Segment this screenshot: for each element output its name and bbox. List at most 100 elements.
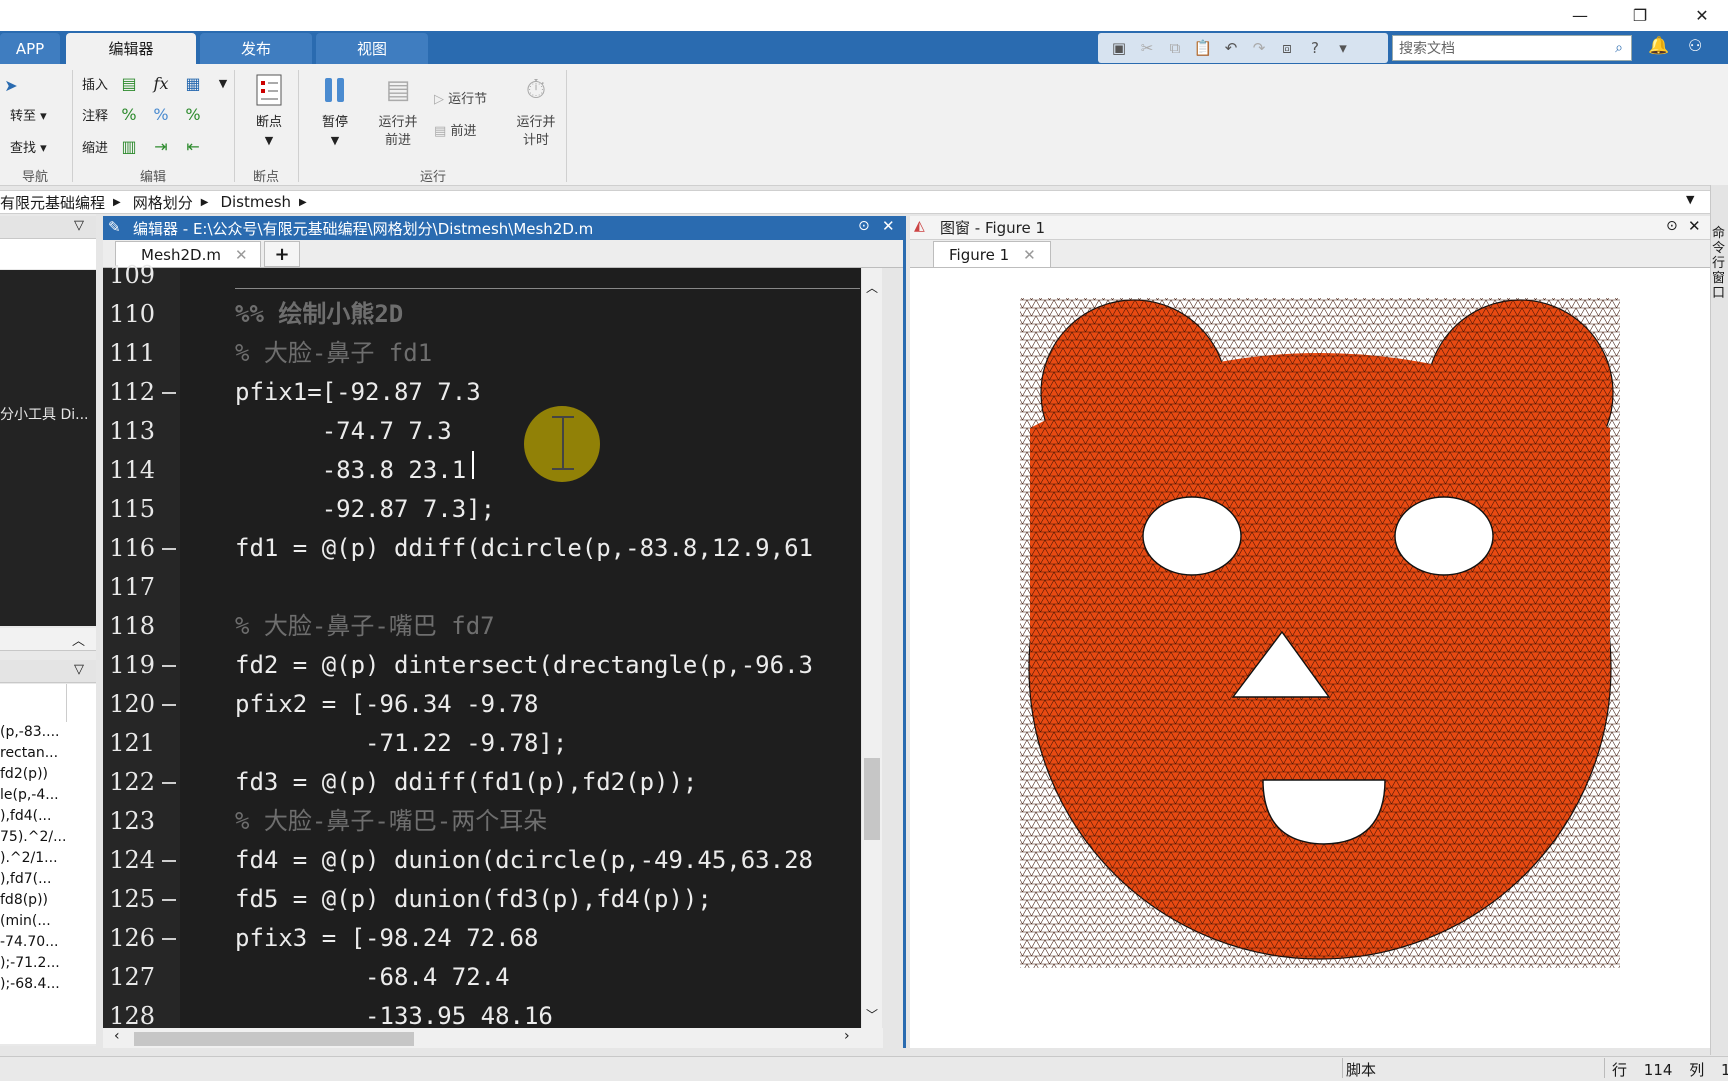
executable-line-marker[interactable]	[162, 665, 176, 667]
workspace-item[interactable]: );-68.4...	[0, 976, 96, 992]
list-item[interactable]: 分小工具 Di...	[0, 404, 96, 424]
close-window-button[interactable]: ✕	[1676, 0, 1728, 31]
insert-function-icon[interactable]: fx	[150, 72, 172, 94]
code-line[interactable]: -71.22 -9.78];	[235, 724, 567, 762]
code-line[interactable]: pfix3 = [-98.24 72.68	[235, 919, 538, 957]
restore-button[interactable]: ❐	[1614, 0, 1666, 31]
save-icon[interactable]: ▣	[1108, 37, 1130, 59]
code-line[interactable]: % 大脸-鼻子-嘴巴-两个耳朵	[235, 802, 547, 840]
find-button[interactable]: 查找 ▾	[10, 137, 47, 156]
sidebar-vertical-label[interactable]: 命令行窗口	[1712, 226, 1726, 301]
editor-close-icon[interactable]: ✕	[882, 217, 895, 235]
scroll-down-icon[interactable]: ﹀	[866, 1006, 878, 1023]
workspace-item[interactable]: fd8(p))	[0, 892, 96, 908]
pause-button[interactable]: 暂停 ▼	[310, 72, 360, 150]
code-line[interactable]: pfix1=[-92.87 7.3	[235, 373, 481, 411]
wrap-comment-icon[interactable]: %	[182, 103, 204, 125]
scroll-right-icon[interactable]: ›	[844, 1028, 850, 1044]
workspace-item[interactable]: );-71.2...	[0, 955, 96, 971]
insert-figure-icon[interactable]: ▦	[182, 72, 204, 94]
scroll-up-icon[interactable]: ︿	[866, 279, 878, 296]
paste-icon[interactable]: 📋	[1192, 37, 1214, 59]
code-line[interactable]: fd3 = @(p) ddiff(fd1(p),fd2(p));	[235, 763, 697, 801]
breadcrumb-item[interactable]: Distmesh	[220, 193, 291, 211]
comment-percent-icon[interactable]: %	[118, 103, 140, 125]
workspace-item[interactable]: 75).^2/...	[0, 829, 96, 845]
figure-canvas[interactable]	[910, 268, 1710, 1048]
current-folder-bar[interactable]: 有限元基础编程 ▶ 网格划分 ▶ Distmesh ▶	[0, 190, 1728, 214]
customize-icon[interactable]: ▾	[1332, 37, 1354, 59]
copy-icon[interactable]: ⧉	[1164, 37, 1186, 59]
workspace-item[interactable]: (p,-83....	[0, 724, 96, 740]
switch-windows-icon[interactable]: ⧈	[1276, 37, 1298, 59]
executable-line-marker[interactable]	[162, 938, 176, 940]
close-tab-icon[interactable]: ✕	[235, 246, 248, 264]
executable-line-marker[interactable]	[162, 392, 176, 394]
folder-history-dropdown-icon[interactable]: ▼	[1686, 193, 1694, 206]
workspace-item[interactable]: ),fd4(...	[0, 808, 96, 824]
folder-file-list[interactable]	[0, 270, 96, 626]
code-line[interactable]: %% 绘制小熊2D	[235, 295, 403, 333]
undo-icon[interactable]: ↶	[1220, 37, 1242, 59]
breadcrumb-item[interactable]: 网格划分	[133, 192, 193, 213]
code-line[interactable]: fd1 = @(p) ddiff(dcircle(p,-83.8,12.9,61	[235, 529, 813, 567]
increase-indent-icon[interactable]: ⇥	[150, 135, 172, 157]
run-section-button[interactable]: ▷ 运行节	[434, 88, 487, 107]
search-documentation-input[interactable]: 搜索文档 ⌕	[1392, 35, 1632, 61]
scroll-left-icon[interactable]: ‹	[114, 1028, 120, 1044]
minimize-button[interactable]: —	[1554, 0, 1606, 31]
editor-menu-icon[interactable]: ⊙	[858, 218, 870, 234]
search-icon[interactable]: ⌕	[1615, 40, 1623, 56]
code-line[interactable]: fd2 = @(p) dintersect(drectangle(p,-96.3	[235, 646, 813, 684]
figure-menu-icon[interactable]: ⊙	[1666, 218, 1678, 234]
code-line[interactable]: fd4 = @(p) dunion(dcircle(p,-49.45,63.28	[235, 841, 813, 879]
new-tab-button[interactable]: +	[264, 241, 300, 267]
breakpoints-button[interactable]: 断点 ▼	[244, 72, 294, 150]
panel-menu-icon[interactable]: ▽	[74, 662, 84, 677]
code-line[interactable]: fd5 = @(p) dunion(fd3(p),fd4(p));	[235, 880, 712, 918]
code-line[interactable]: % 大脸-鼻子 fd1	[235, 334, 432, 372]
vertical-scroll-thumb[interactable]	[864, 758, 880, 840]
collapse-icon[interactable]: ︿	[72, 630, 85, 649]
bell-icon[interactable]: 🔔	[1648, 36, 1669, 56]
close-tab-icon[interactable]: ✕	[1023, 246, 1036, 264]
figure-tab-1[interactable]: Figure 1 ✕	[933, 241, 1051, 267]
workspace-item[interactable]: -74.70...	[0, 934, 96, 950]
workspace-item[interactable]: ),fd7(...	[0, 871, 96, 887]
redo-icon[interactable]: ↷	[1248, 37, 1270, 59]
breadcrumb-item[interactable]: 有限元基础编程	[0, 192, 105, 213]
figure-close-icon[interactable]: ✕	[1688, 217, 1701, 235]
executable-line-marker[interactable]	[162, 899, 176, 901]
run-and-time-button[interactable]: ⏱ 运行并 计时	[510, 72, 562, 150]
executable-line-marker[interactable]	[162, 860, 176, 862]
help-icon[interactable]: ?	[1304, 37, 1326, 59]
nav-icon-top[interactable]: ➤	[0, 74, 22, 96]
command-window-sidebar[interactable]	[1710, 185, 1728, 1055]
workspace-item[interactable]: fd2(p))	[0, 766, 96, 782]
code-line[interactable]: pfix2 = [-96.34 -9.78	[235, 685, 538, 723]
tab-app[interactable]: APP	[0, 33, 60, 64]
code-line[interactable]: -92.87 7.3];	[235, 490, 495, 528]
workspace-item[interactable]: ).^2/1...	[0, 850, 96, 866]
executable-line-marker[interactable]	[162, 548, 176, 550]
horizontal-scroll-thumb[interactable]	[134, 1032, 414, 1046]
code-line[interactable]: -83.8 23.1	[235, 451, 467, 489]
smart-indent-icon[interactable]: ▥	[118, 135, 140, 157]
workspace-item[interactable]: le(p,-4...	[0, 787, 96, 803]
executable-line-marker[interactable]	[162, 704, 176, 706]
tab-view[interactable]: 视图	[316, 33, 428, 64]
executable-line-marker[interactable]	[162, 782, 176, 784]
cut-icon[interactable]: ✂	[1136, 37, 1158, 59]
uncomment-icon[interactable]: %	[150, 103, 172, 125]
code-line[interactable]: -68.4 72.4	[235, 958, 510, 996]
workspace-item[interactable]: (min(...	[0, 913, 96, 929]
code-line[interactable]: % 大脸-鼻子-嘴巴 fd7	[235, 607, 495, 645]
tab-publish[interactable]: 发布	[200, 33, 312, 64]
goto-button[interactable]: 转至 ▾	[10, 105, 47, 124]
insert-section-icon[interactable]: ▤	[118, 72, 140, 94]
account-icon[interactable]: ⚇	[1688, 36, 1702, 55]
decrease-indent-icon[interactable]: ⇤	[182, 135, 204, 157]
editor-vertical-scrollbar[interactable]	[862, 268, 882, 1028]
run-and-advance-button[interactable]: ▤ 运行并 前进	[372, 72, 424, 150]
advance-button[interactable]: ▤ 前进	[434, 120, 476, 139]
